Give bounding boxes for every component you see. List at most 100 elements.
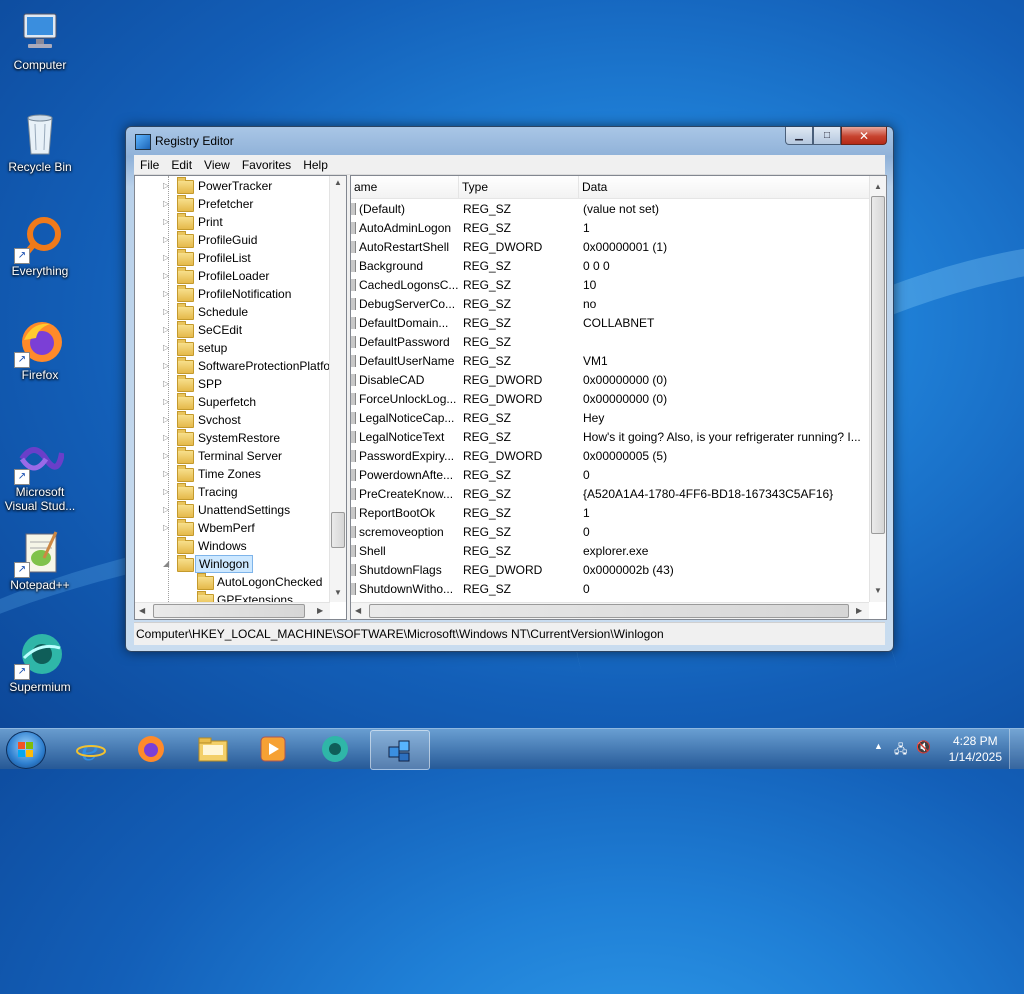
values-list[interactable]: ame Type Data (Default) REG_SZ (value not … bbox=[350, 175, 887, 620]
desktop-icon-everything[interactable]: ↗ Everything bbox=[0, 214, 80, 278]
list-row[interactable]: Shell REG_SZ explorer.exe bbox=[351, 542, 869, 561]
menu-edit[interactable]: Edit bbox=[165, 158, 198, 172]
expand-icon[interactable]: ▷ bbox=[163, 393, 173, 411]
list-row[interactable]: PreCreateKnow... REG_SZ {A520A1A4-1780-4FF… bbox=[351, 485, 869, 504]
tree-item[interactable]: ▷ ProfileLoader bbox=[135, 267, 331, 285]
taskbar-firefox[interactable] bbox=[122, 730, 180, 768]
tree-child-item[interactable]: AutoLogonChecked bbox=[135, 573, 331, 591]
expand-icon[interactable]: ▷ bbox=[163, 447, 173, 465]
list-row[interactable]: ForceUnlockLog... REG_DWORD 0x00000000 (0) bbox=[351, 390, 869, 409]
list-row[interactable]: PasswordExpiry... REG_DWORD 0x00000005 (5) bbox=[351, 447, 869, 466]
menu-help[interactable]: Help bbox=[297, 158, 334, 172]
tree-item[interactable]: ▷ Svchost bbox=[135, 411, 331, 429]
tree-item[interactable]: ▷ ProfileGuid bbox=[135, 231, 331, 249]
list-row[interactable]: ReportBootOk REG_SZ 1 bbox=[351, 504, 869, 523]
desktop-icon-recycle-bin[interactable]: Recycle Bin bbox=[0, 110, 80, 174]
tree-hscroll-thumb[interactable] bbox=[153, 604, 305, 618]
tree-item[interactable]: ▷ Print bbox=[135, 213, 331, 231]
tree-item[interactable]: ▷ Terminal Server bbox=[135, 447, 331, 465]
list-row[interactable]: DisableCAD REG_DWORD 0x00000000 (0) bbox=[351, 371, 869, 390]
expand-icon[interactable]: ▷ bbox=[163, 519, 173, 537]
expand-icon[interactable]: ▷ bbox=[163, 285, 173, 303]
show-desktop-button[interactable] bbox=[1009, 729, 1024, 769]
clock[interactable]: 4:28 PM 1/14/2025 bbox=[949, 733, 1002, 765]
list-row[interactable]: DefaultDomain... REG_SZ COLLABNET bbox=[351, 314, 869, 333]
taskbar-internet-explorer[interactable]: e bbox=[62, 730, 120, 768]
show-hidden-icons-icon[interactable]: ▲ bbox=[874, 741, 883, 751]
tree-vscroll-thumb[interactable] bbox=[331, 512, 345, 548]
list-row[interactable]: DebugServerCo... REG_SZ no bbox=[351, 295, 869, 314]
list-row[interactable]: DefaultPassword REG_SZ bbox=[351, 333, 869, 352]
list-horizontal-scrollbar[interactable]: ◀ ▶ bbox=[351, 602, 869, 619]
close-button[interactable]: ✕ bbox=[841, 127, 887, 145]
scroll-up-icon[interactable]: ▲ bbox=[874, 182, 882, 191]
registry-editor-window[interactable]: Registry Editor ▁ □ ✕ File Edit View Fav… bbox=[125, 126, 894, 652]
column-name-header[interactable]: ame bbox=[351, 176, 459, 198]
network-icon[interactable]: 🖧 bbox=[894, 740, 907, 761]
scroll-down-icon[interactable]: ▼ bbox=[874, 586, 882, 595]
expand-icon[interactable]: ▷ bbox=[163, 501, 173, 519]
tree-item[interactable]: Windows bbox=[135, 537, 331, 555]
menu-favorites[interactable]: Favorites bbox=[236, 158, 297, 172]
expand-icon[interactable]: ▷ bbox=[163, 411, 173, 429]
expand-icon[interactable]: ▷ bbox=[163, 375, 173, 393]
expand-icon[interactable]: ▷ bbox=[163, 267, 173, 285]
list-row[interactable]: AutoAdminLogon REG_SZ 1 bbox=[351, 219, 869, 238]
list-row[interactable]: LegalNoticeCap... REG_SZ Hey bbox=[351, 409, 869, 428]
expand-icon[interactable]: ▷ bbox=[163, 177, 173, 195]
tree-item[interactable]: ▷ PowerTracker bbox=[135, 177, 331, 195]
scroll-right-icon[interactable]: ▶ bbox=[317, 606, 323, 615]
list-row[interactable]: PowerdownAfte... REG_SZ 0 bbox=[351, 466, 869, 485]
column-data-header[interactable]: Data bbox=[579, 176, 869, 198]
desktop-icon-notepad-plus-plus[interactable]: ↗ Notepad++ bbox=[0, 528, 80, 592]
list-row[interactable]: AutoRestartShell REG_DWORD 0x00000001 (1) bbox=[351, 238, 869, 257]
expand-icon[interactable]: ▷ bbox=[163, 429, 173, 447]
column-type-header[interactable]: Type bbox=[459, 176, 579, 198]
list-hscroll-thumb[interactable] bbox=[369, 604, 849, 618]
expand-icon[interactable]: ▷ bbox=[163, 231, 173, 249]
expand-icon[interactable]: ▷ bbox=[163, 465, 173, 483]
scroll-up-icon[interactable]: ▲ bbox=[334, 178, 342, 187]
tree-item[interactable]: ▷ UnattendSettings bbox=[135, 501, 331, 519]
tree-item[interactable]: ▷ Prefetcher bbox=[135, 195, 331, 213]
tree-item[interactable]: ▷ Schedule bbox=[135, 303, 331, 321]
list-row[interactable]: ShutdownWitho... REG_SZ 0 bbox=[351, 580, 869, 599]
tree-item[interactable]: ▷ ProfileNotification bbox=[135, 285, 331, 303]
list-row[interactable]: ShutdownFlags REG_DWORD 0x0000002b (43) bbox=[351, 561, 869, 580]
scroll-right-icon[interactable]: ▶ bbox=[856, 606, 862, 615]
tree-horizontal-scrollbar[interactable]: ◀ ▶ bbox=[135, 602, 330, 619]
tree-item-selected[interactable]: ◢ Winlogon bbox=[135, 555, 331, 573]
tree-item[interactable]: ▷ Time Zones bbox=[135, 465, 331, 483]
list-row[interactable]: Background REG_SZ 0 0 0 bbox=[351, 257, 869, 276]
list-row[interactable]: (Default) REG_SZ (value not set) bbox=[351, 200, 869, 219]
volume-muted-icon[interactable]: 🔇 bbox=[916, 740, 931, 754]
tree-item[interactable]: ▷ WbemPerf bbox=[135, 519, 331, 537]
title-bar[interactable]: Registry Editor ▁ □ ✕ bbox=[126, 127, 893, 155]
registry-tree[interactable]: ▷ PowerTracker ▷ Prefetcher ▷ Print ▷ ProfileGu… bbox=[134, 175, 347, 620]
tree-item[interactable]: ▷ SoftwareProtectionPlatfo bbox=[135, 357, 331, 375]
maximize-button[interactable]: □ bbox=[813, 127, 841, 145]
taskbar-file-explorer[interactable] bbox=[184, 730, 242, 768]
desktop-icon-computer[interactable]: Computer bbox=[0, 8, 80, 72]
list-row[interactable]: CachedLogonsC... REG_SZ 10 bbox=[351, 276, 869, 295]
scroll-left-icon[interactable]: ◀ bbox=[139, 606, 145, 615]
expand-icon[interactable]: ▷ bbox=[163, 213, 173, 231]
tree-item[interactable]: ▷ Tracing bbox=[135, 483, 331, 501]
tree-item[interactable]: ▷ SPP bbox=[135, 375, 331, 393]
taskbar-supermium[interactable] bbox=[306, 730, 364, 768]
tree-item[interactable]: ▷ ProfileList bbox=[135, 249, 331, 267]
expand-icon[interactable]: ▷ bbox=[163, 321, 173, 339]
menu-file[interactable]: File bbox=[134, 158, 165, 172]
tree-item[interactable]: ▷ setup bbox=[135, 339, 331, 357]
collapse-icon[interactable]: ◢ bbox=[163, 555, 173, 573]
minimize-button[interactable]: ▁ bbox=[785, 127, 813, 145]
menu-view[interactable]: View bbox=[198, 158, 236, 172]
expand-icon[interactable]: ▷ bbox=[163, 195, 173, 213]
taskbar-registry-editor[interactable] bbox=[370, 730, 430, 770]
expand-icon[interactable]: ▷ bbox=[163, 483, 173, 501]
start-button[interactable] bbox=[6, 731, 46, 769]
expand-icon[interactable]: ▷ bbox=[163, 357, 173, 375]
scroll-down-icon[interactable]: ▼ bbox=[334, 588, 342, 597]
taskbar-media-player[interactable] bbox=[244, 730, 302, 768]
tree-vertical-scrollbar[interactable]: ▲ ▼ bbox=[329, 176, 346, 602]
